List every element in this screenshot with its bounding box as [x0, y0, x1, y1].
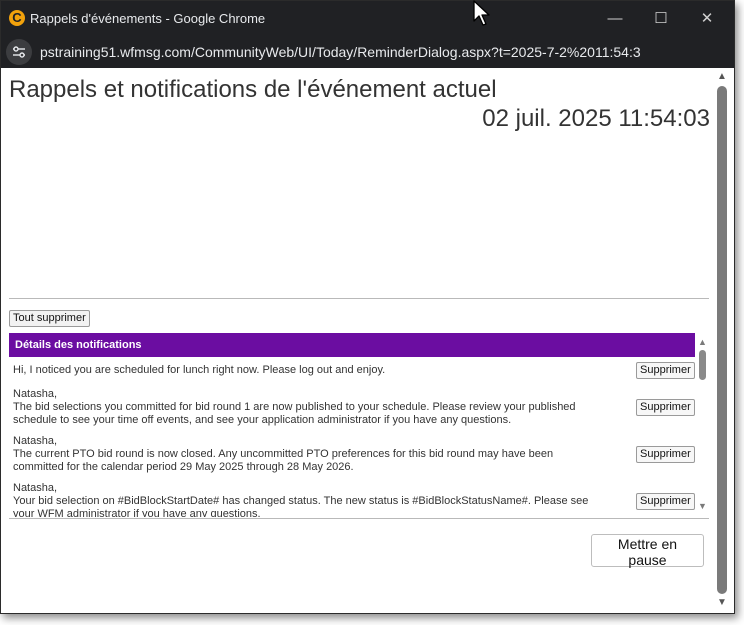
tune-icon	[13, 46, 25, 58]
divider	[9, 298, 709, 299]
notification-list: Hi, I noticed you are scheduled for lunc…	[9, 357, 695, 517]
scroll-down-arrow-icon[interactable]: ▼	[717, 597, 727, 608]
delete-notification-button[interactable]: Supprimer	[636, 399, 695, 416]
notification-text: Natasha, Your bid selection on #BidBlock…	[13, 482, 589, 517]
current-datetime: 02 juil. 2025 11:54:03	[482, 105, 710, 132]
notifications-header: Détails des notifications	[9, 333, 695, 357]
minimize-button[interactable]: —	[592, 1, 638, 37]
app-logo-icon: C	[9, 10, 25, 26]
site-info-button[interactable]	[6, 39, 32, 65]
browser-window: C Rappels d'événements - Google Chrome —…	[0, 0, 735, 614]
mouse-pointer-icon	[473, 0, 490, 26]
pause-button[interactable]: Mettre en pause	[591, 534, 704, 568]
notification-text: Hi, I noticed you are scheduled for lunc…	[13, 364, 386, 376]
url-text[interactable]: pstraining51.wfmsg.com/CommunityWeb/UI/T…	[40, 44, 641, 60]
delete-notification-button[interactable]: Supprimer	[636, 362, 695, 379]
maximize-button[interactable]: ☐	[638, 1, 684, 37]
page-content: Rappels et notifications de l'événement …	[1, 68, 714, 613]
window-title: Rappels d'événements - Google Chrome	[30, 11, 266, 26]
notification-text: Natasha, The bid selections you committe…	[13, 388, 576, 426]
page-title: Rappels et notifications de l'événement …	[9, 76, 497, 103]
close-button[interactable]: ✕	[684, 1, 730, 37]
scroll-down-arrow-icon[interactable]: ▼	[698, 501, 707, 511]
notification-text: Natasha, The current PTO bid round is no…	[13, 435, 554, 473]
scroll-thumb[interactable]	[699, 350, 706, 380]
notification-scrollbar[interactable]: ▲ ▼	[697, 333, 709, 517]
scroll-thumb[interactable]	[717, 86, 727, 594]
delete-all-button[interactable]: Tout supprimer	[9, 310, 90, 327]
delete-notification-button[interactable]: Supprimer	[636, 493, 695, 510]
divider	[9, 518, 709, 519]
scroll-up-arrow-icon[interactable]: ▲	[717, 71, 727, 82]
page-scrollbar[interactable]: ▲ ▼	[714, 68, 730, 613]
address-bar: pstraining51.wfmsg.com/CommunityWeb/UI/T…	[1, 37, 734, 68]
title-bar: C Rappels d'événements - Google Chrome —…	[1, 1, 734, 37]
scroll-up-arrow-icon[interactable]: ▲	[698, 337, 707, 347]
delete-notification-button[interactable]: Supprimer	[636, 446, 695, 463]
